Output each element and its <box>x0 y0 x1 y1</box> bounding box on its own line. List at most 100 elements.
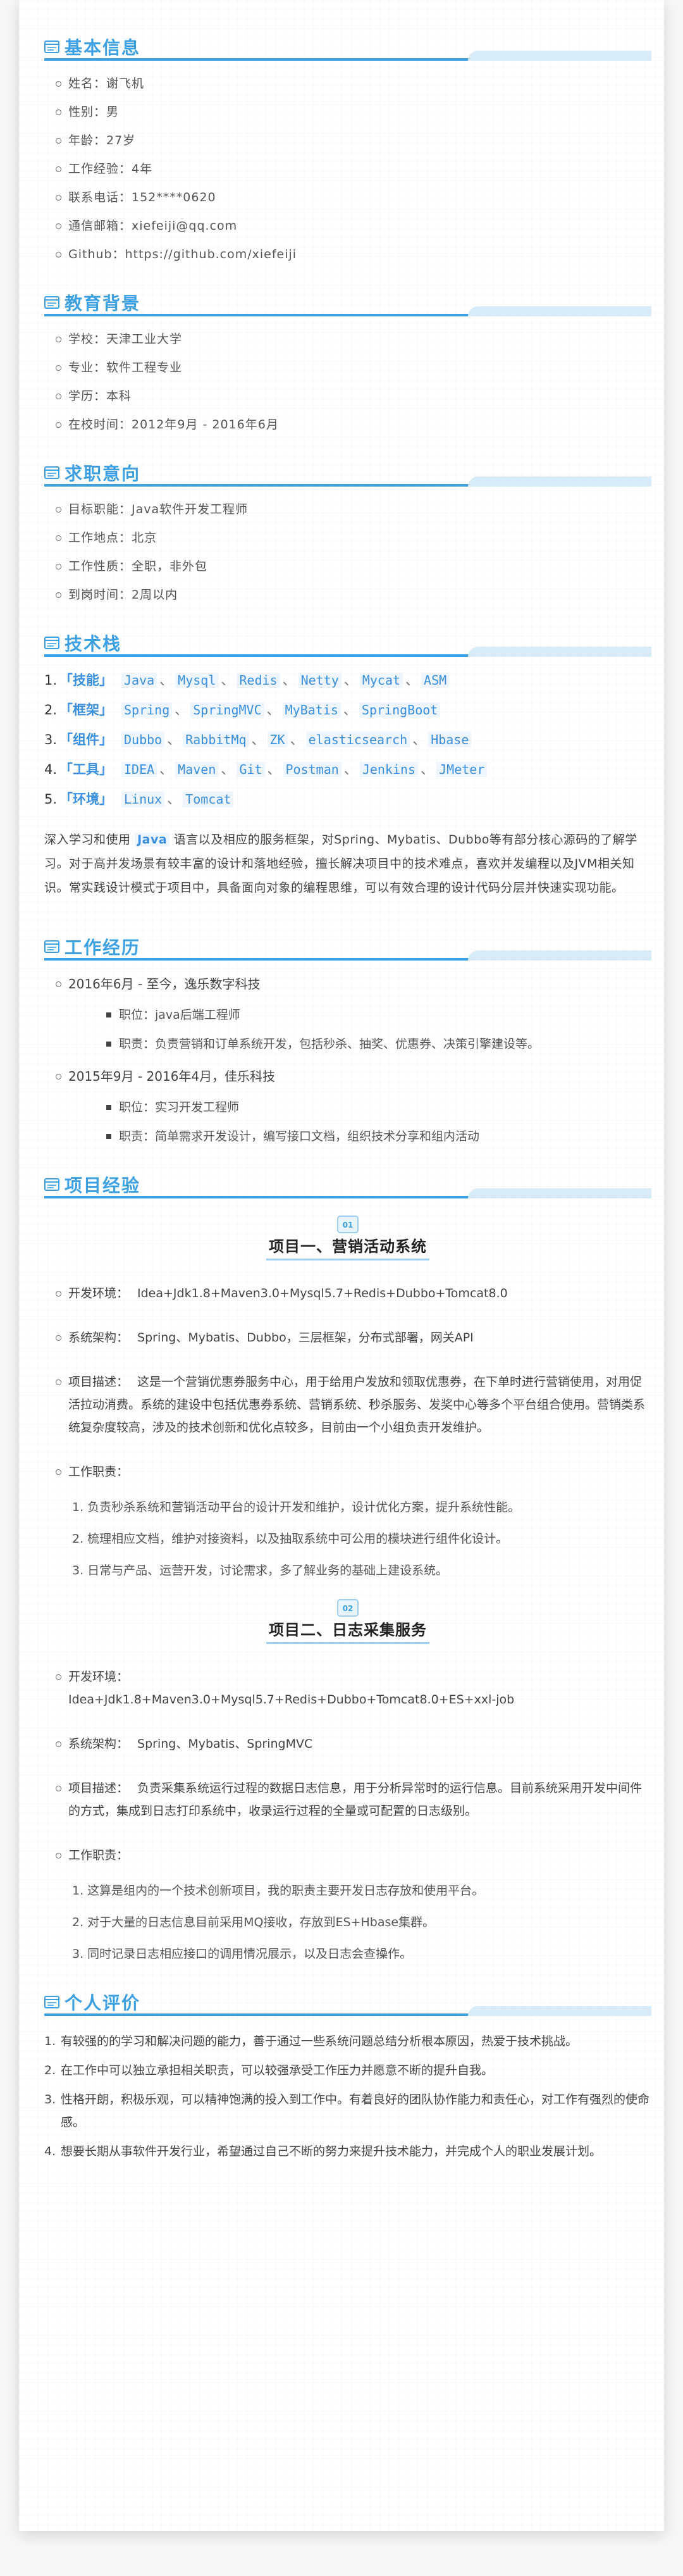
evaluation-item: 1. 有较强的的学习和解决问题的能力，善于通过一些系统问题总结分析根本原因，热爱于… <box>44 2030 651 2053</box>
tech-stack-row: 3. 「组件」 Dubbo、 RabbitMq、 ZK、 elasticsearch、 Hb… <box>44 730 651 749</box>
list-item-email[interactable]: 通信邮箱：xiefeiji@qq.com <box>56 217 651 235</box>
section-self-evaluation: 个人评价 1. 有较强的的学习和解决问题的能力，善于通过一些系统问题总结分析根本原… <box>44 1987 651 2163</box>
tech-keyword: Mycat <box>359 673 403 688</box>
job-details: 职位：java后端工程师 职责：负责营销和订单系统开发，包括秒杀、抽奖、优惠券、… <box>68 1006 651 1053</box>
header-decoration <box>468 647 651 657</box>
tech-stack-row: 1. 「技能」 Java、 Mysql、 Redis、 Netty、 Mycat、 ASM <box>44 671 651 690</box>
duty-item: 2. 梳理相应文档，维护对接资料，以及抽取系统中可公用的模块进行组件化设计。 <box>72 1532 508 1546</box>
tech-summary: 深入学习和使用 Java 语言以及相应的服务框架，对Spring、Mybatis… <box>44 828 651 900</box>
list-item-job-type: 工作性质：全职，非外包 <box>56 557 651 575</box>
section-title: 求职意向 <box>65 463 141 484</box>
evaluation-item: 3. 性格开朗，积极乐观，可以精神饱满的投入到工作中。有着良好的团队协作能力和责任… <box>44 2088 651 2134</box>
tech-keyword: Maven <box>175 762 219 777</box>
section-header: 基本信息 <box>44 32 651 61</box>
section-header: 项目经验 <box>44 1169 651 1198</box>
project-desc: 项目描述： 负责采集系统运行过程的数据日志信息，用于分析异常时的运行信息。目前系统… <box>56 1777 651 1822</box>
separator: 、 <box>412 732 426 747</box>
separator: 、 <box>159 762 173 777</box>
job-header: 2016年6月 - 至今，逸乐数字科技 <box>68 976 261 992</box>
list-item-target-role: 目标职能：Java软件开发工程师 <box>56 501 651 518</box>
project-env: 开发环境： Idea+Jdk1.8+Maven3.0+Mysql5.7+Redis… <box>56 1282 651 1305</box>
list-item-availability: 到岗时间：2周以内 <box>56 586 651 604</box>
tech-keyword: SpringMVC <box>190 702 264 718</box>
list-item-name: 姓名：谢飞机 <box>56 75 651 92</box>
project-duties: 工作职责： <box>56 1844 651 1867</box>
list-item-gender: 性别：男 <box>56 103 651 121</box>
desc-value: 负责采集系统运行过程的数据日志信息，用于分析异常时的运行信息。目前系统采用开发中… <box>68 1781 643 1818</box>
intention-list: 目标职能：Java软件开发工程师 工作地点：北京 工作性质：全职，非外包 到岗时… <box>44 501 651 604</box>
section-title: 工作经历 <box>65 937 141 958</box>
header-decoration <box>468 51 651 61</box>
list-item-degree: 学历：本科 <box>56 387 651 405</box>
job-header: 2015年9月 - 2016年4月，佳乐科技 <box>68 1069 276 1084</box>
duty-list: 1. 这算是组内的一个技术创新项目，我的职责主要开发日志存放和使用平台。 2. … <box>44 1882 651 1963</box>
section-tech-stack: 技术栈 1. 「技能」 Java、 Mysql、 Redis、 Netty、 Mycat、 A… <box>44 628 651 900</box>
row-category: 「组件」 <box>59 732 113 747</box>
section-basic-info: 基本信息 姓名：谢飞机 性别：男 年龄：27岁 工作经验：4年 联系电话：152… <box>44 32 651 263</box>
item-text: 性格开朗，积极乐观，可以精神饱满的投入到工作中。有着良好的团队协作能力和责任心，… <box>61 2093 650 2129</box>
card-icon <box>44 1178 59 1191</box>
row-category: 「技能」 <box>59 673 113 688</box>
job-duty: 职责：负责营销和订单系统开发，包括秒杀、抽奖、优惠券、决策引擎建设等。 <box>106 1035 651 1053</box>
separator: 、 <box>175 702 188 718</box>
list-item-age: 年龄：27岁 <box>56 132 651 149</box>
section-header: 教育背景 <box>44 287 651 316</box>
separator: 、 <box>221 673 235 688</box>
education-list: 学校：天津工业大学 专业：软件工程专业 学历：本科 在校时间：2012年9月 -… <box>44 330 651 433</box>
tech-stack-row: 5. 「环境」 Linux、 Tomcat <box>44 790 651 809</box>
separator: 、 <box>343 702 357 718</box>
list-item-github[interactable]: Github：https://github.com/xiefeiji <box>56 246 651 263</box>
card-icon <box>44 466 59 479</box>
project-details: 开发环境： Idea+Jdk1.8+Maven3.0+Mysql5.7+Redis… <box>44 1665 651 1867</box>
section-title: 教育背景 <box>65 293 141 314</box>
row-number: 1. <box>44 673 58 688</box>
tech-keyword: RabbitMq <box>183 732 249 747</box>
separator: 、 <box>343 762 357 777</box>
row-number: 4. <box>44 762 58 777</box>
list-item-experience: 工作经验：4年 <box>56 160 651 178</box>
separator: 、 <box>290 732 304 747</box>
section-title: 基本信息 <box>65 37 141 58</box>
list-item-phone: 联系电话：152****0620 <box>56 189 651 206</box>
duty-item: 1. 负责秒杀系统和营销活动平台的设计开发和维护，设计优化方案，提升系统性能。 <box>72 1500 520 1514</box>
desc-value: 这是一个营销优惠券服务中心，用于给用户发放和领取优惠券，在下单时进行营销使用，对… <box>68 1375 646 1434</box>
card-icon <box>44 1996 59 2008</box>
tech-keyword: IDEA <box>121 762 157 777</box>
tech-keyword: Tomcat <box>183 792 234 807</box>
duty-item: 2. 对于大量的日志信息目前采用MQ接收，存放到ES+Hbase集群。 <box>72 1915 435 1929</box>
desc-label: 项目描述： <box>68 1781 129 1795</box>
card-icon <box>44 637 59 649</box>
project-heading: 01 项目一、营销活动系统 <box>44 1212 651 1260</box>
separator: 、 <box>282 673 296 688</box>
tech-keyword: Netty <box>298 673 342 688</box>
job-entry: 2016年6月 - 至今，逸乐数字科技 职位：java后端工程师 职责：负责营销… <box>56 974 651 1053</box>
duty-item: 1. 这算是组内的一个技术创新项目，我的职责主要开发日志存放和使用平台。 <box>72 1884 484 1898</box>
job-list: 2016年6月 - 至今，逸乐数字科技 职位：java后端工程师 职责：负责营销… <box>44 974 651 1145</box>
summary-text: 语言以及相应的服务框架，对Spring、Mybatis、Dubbo等有部分核心源… <box>44 833 637 895</box>
tech-keyword: Java <box>121 673 157 688</box>
separator: 、 <box>267 762 281 777</box>
job-details: 职位：实习开发工程师 职责：简单需求开发设计，编写接口文档，组织技术分享和组内活… <box>68 1098 651 1145</box>
tech-keyword: ZK <box>267 732 288 747</box>
card-icon <box>44 40 59 53</box>
item-text: 有较强的的学习和解决问题的能力，善于通过一些系统问题总结分析根本原因，热爱于技术… <box>61 2034 578 2048</box>
arch-value: Spring、Mybatis、SpringMVC <box>137 1737 313 1751</box>
list-item-location: 工作地点：北京 <box>56 529 651 547</box>
project-heading: 02 项目二、日志采集服务 <box>44 1596 651 1644</box>
env-value: Idea+Jdk1.8+Maven3.0+Mysql5.7+Redis+Dubb… <box>68 1693 515 1707</box>
separator: 、 <box>221 762 235 777</box>
row-category: 「工具」 <box>59 762 113 777</box>
desc-label: 项目描述： <box>68 1375 129 1389</box>
list-item-major: 专业：软件工程专业 <box>56 359 651 376</box>
duty-item: 3. 日常与产品、运营开发，讨论需求，多了解业务的基础上建设系统。 <box>72 1564 448 1577</box>
evaluation-item: 2. 在工作中可以独立承担相关职责，可以较强承受工作压力并愿意不断的提升自我。 <box>44 2059 651 2082</box>
separator: 、 <box>167 732 181 747</box>
project-badge-icon: 01 <box>337 1216 359 1233</box>
separator: 、 <box>266 702 280 718</box>
separator: 、 <box>167 792 181 807</box>
list-item-period: 在校时间：2012年9月 - 2016年6月 <box>56 416 651 433</box>
resume-page: 基本信息 姓名：谢飞机 性别：男 年龄：27岁 工作经验：4年 联系电话：152… <box>19 0 664 2531</box>
duty-label: 工作职责： <box>68 1465 129 1479</box>
separator: 、 <box>421 762 434 777</box>
svg-text:02: 02 <box>343 1604 354 1613</box>
